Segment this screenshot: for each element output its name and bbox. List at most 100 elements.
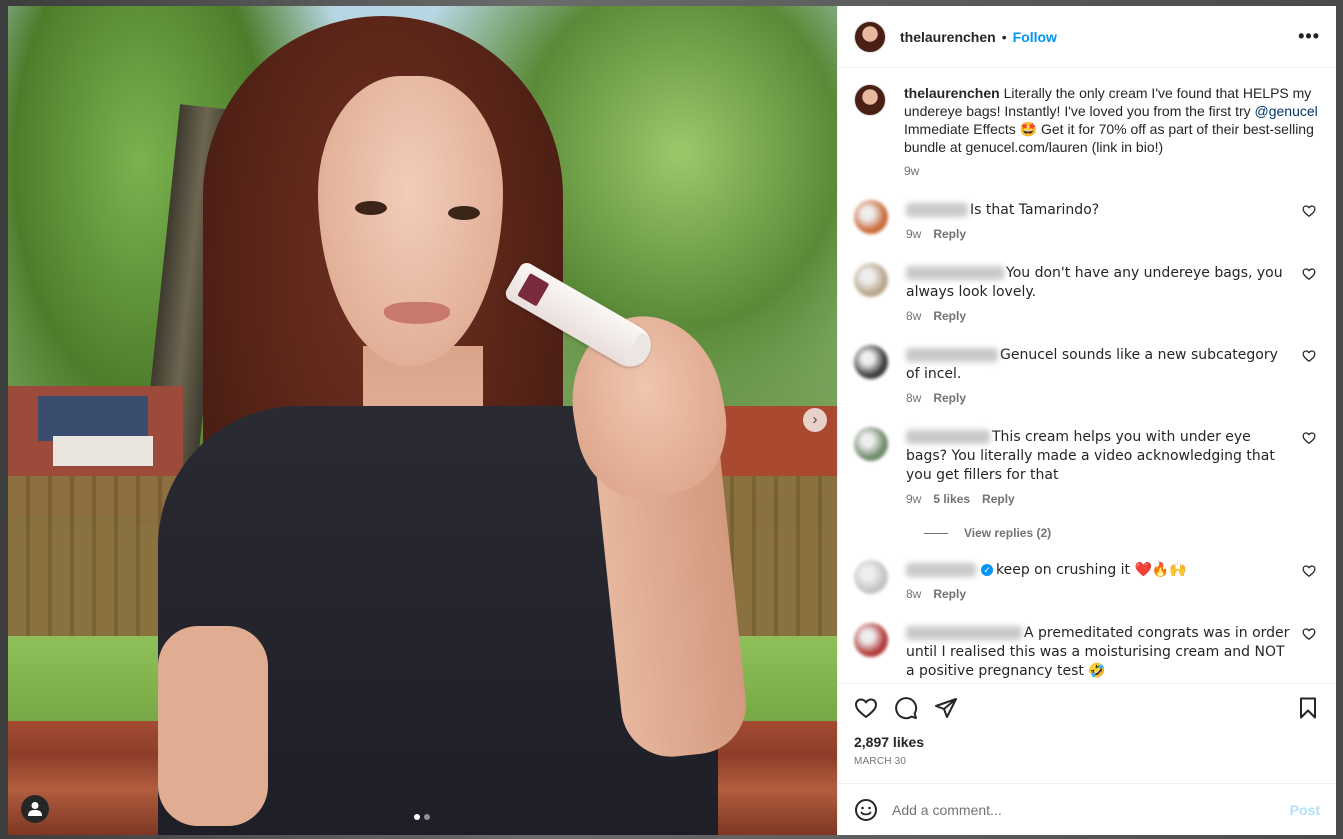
commenter-username-blurred[interactable] <box>906 266 1004 281</box>
comment-input[interactable] <box>892 801 1290 818</box>
comment-text: keep on crushing it ❤️🔥🙌 <box>996 562 1187 578</box>
commenter-username-blurred[interactable] <box>906 430 990 445</box>
comment-text: Is that Tamarindo? <box>970 202 1100 218</box>
commenter-avatar[interactable] <box>854 623 888 657</box>
post-media[interactable]: › <box>8 6 837 835</box>
action-icons <box>854 696 1320 720</box>
commenter-avatar[interactable] <box>854 200 888 234</box>
comment-body: A premeditated congrats was in order unt… <box>906 623 1320 680</box>
carousel-next-button[interactable]: › <box>803 408 827 432</box>
post-side-panel: thelaurenchen • Follow ••• thelaurenchen… <box>837 6 1336 835</box>
comment-likes[interactable]: 5 likes <box>933 490 970 508</box>
caption-time[interactable]: 9w <box>904 162 919 180</box>
reply-button[interactable]: Reply <box>933 225 966 243</box>
comment-line: Genucel sounds like a new subcategory of… <box>906 345 1294 383</box>
caption-mention-link[interactable]: @genucel <box>1255 103 1318 119</box>
comment-item: Is that Tamarindo? 9w Reply <box>854 200 1320 243</box>
commenter-avatar[interactable] <box>854 345 888 379</box>
add-comment-bar: Post <box>838 783 1336 835</box>
view-replies-button[interactable]: View replies (2) <box>924 526 1320 540</box>
comment-body: Is that Tamarindo? 9w Reply <box>906 200 1320 243</box>
comment-item: Genucel sounds like a new subcategory of… <box>854 345 1320 407</box>
comments-list[interactable]: thelaurenchen Literally the only cream I… <box>838 68 1336 683</box>
caption-username[interactable]: thelaurenchen <box>904 85 1000 101</box>
comment-time[interactable]: 9w <box>906 225 921 243</box>
comment-like-heart-icon[interactable] <box>1302 349 1316 363</box>
comment-time[interactable]: 8w <box>906 389 921 407</box>
comment-line: You don't have any undereye bags, you al… <box>906 263 1294 301</box>
reply-button[interactable]: Reply <box>982 490 1015 508</box>
like-button[interactable] <box>854 696 878 720</box>
comment-button[interactable] <box>894 696 918 720</box>
carousel-dot-active <box>414 814 420 820</box>
comment-like-heart-icon[interactable] <box>1302 267 1316 281</box>
post-actions: 2,897 likes MARCH 30 <box>838 683 1336 783</box>
comment-body: You don't have any undereye bags, you al… <box>906 263 1320 325</box>
verified-badge-icon: ✓ <box>981 564 993 577</box>
reply-button[interactable]: Reply <box>933 585 966 603</box>
commenter-avatar[interactable] <box>854 560 888 594</box>
commenter-username-blurred[interactable] <box>906 203 968 218</box>
post-modal: › thelaurenchen • Follow ••• thelaurench… <box>8 6 1336 835</box>
comment-time[interactable]: 8w <box>906 307 921 325</box>
user-tag-button[interactable] <box>21 795 49 823</box>
caption-text-part: Immediate Effects 🤩 Get it for 70% off a… <box>904 121 1314 155</box>
carousel-indicator <box>414 814 430 820</box>
comment-body: This cream helps you with under eye bags… <box>906 427 1320 508</box>
header-separator: • <box>1001 28 1007 45</box>
user-tag-icon <box>28 802 42 816</box>
comment-time[interactable]: 9w <box>906 490 921 508</box>
heart-icon <box>855 698 877 718</box>
emoji-icon[interactable] <box>854 798 878 822</box>
comment-line: A premeditated congrats was in order unt… <box>906 623 1294 680</box>
author-avatar[interactable] <box>854 20 886 53</box>
carousel-dot <box>424 814 430 820</box>
comment-meta: 9w 5 likes Reply <box>906 490 1294 508</box>
comment-line: ✓ keep on crushing it ❤️🔥🙌 <box>906 560 1294 579</box>
comment-item: ✓ keep on crushing it ❤️🔥🙌 8w Reply <box>854 560 1320 603</box>
comment-like-heart-icon[interactable] <box>1302 564 1316 578</box>
comment-like-heart-icon[interactable] <box>1302 431 1316 445</box>
comment-meta: 8w Reply <box>906 307 1294 325</box>
comment-item: This cream helps you with under eye bags… <box>854 427 1320 508</box>
comment-meta: 8w Reply <box>906 585 1294 603</box>
save-button[interactable] <box>1296 696 1320 720</box>
reply-button[interactable]: Reply <box>933 389 966 407</box>
photo-person-eye <box>448 206 480 220</box>
share-icon <box>935 698 957 718</box>
post-comment-button[interactable]: Post <box>1290 802 1320 818</box>
post-caption: thelaurenchen Literally the only cream I… <box>854 84 1320 180</box>
more-options-icon[interactable]: ••• <box>1298 26 1320 47</box>
caption-text: thelaurenchen Literally the only cream I… <box>904 84 1320 156</box>
commenter-avatar[interactable] <box>854 263 888 297</box>
comment-time[interactable]: 8w <box>906 585 921 603</box>
post-header: thelaurenchen • Follow ••• <box>838 6 1336 68</box>
share-button[interactable] <box>934 696 958 720</box>
photo-person-eye <box>355 201 387 215</box>
comment-item: A premeditated congrats was in order unt… <box>854 623 1320 680</box>
photo-person-arm <box>158 626 268 826</box>
photo-house-trim <box>53 436 153 466</box>
author-avatar[interactable] <box>854 84 886 116</box>
comment-like-heart-icon[interactable] <box>1302 627 1316 641</box>
bookmark-icon <box>1300 697 1316 719</box>
comment-thread: Is that Tamarindo? 9w Reply You don't have … <box>854 200 1320 680</box>
follow-button[interactable]: Follow <box>1013 29 1057 45</box>
likes-count[interactable]: 2,897 likes <box>854 734 1320 750</box>
view-replies-label: View replies (2) <box>964 526 1052 540</box>
comment-meta: 8w Reply <box>906 389 1294 407</box>
reply-button[interactable]: Reply <box>933 307 966 325</box>
comment-body: ✓ keep on crushing it ❤️🔥🙌 8w Reply <box>906 560 1320 603</box>
comment-body: Genucel sounds like a new subcategory of… <box>906 345 1320 407</box>
comment-meta: 9w Reply <box>906 225 1294 243</box>
commenter-avatar[interactable] <box>854 427 888 461</box>
comment-line: This cream helps you with under eye bags… <box>906 427 1294 484</box>
comment-like-heart-icon[interactable] <box>1302 204 1316 218</box>
commenter-username-blurred[interactable] <box>906 626 1022 641</box>
commenter-username-blurred[interactable] <box>906 348 998 363</box>
caption-meta: 9w <box>904 162 1320 180</box>
author-username[interactable]: thelaurenchen <box>900 29 996 45</box>
post-date[interactable]: MARCH 30 <box>854 756 1320 767</box>
commenter-username-blurred[interactable] <box>906 563 976 578</box>
photo-person-lips <box>384 302 450 324</box>
